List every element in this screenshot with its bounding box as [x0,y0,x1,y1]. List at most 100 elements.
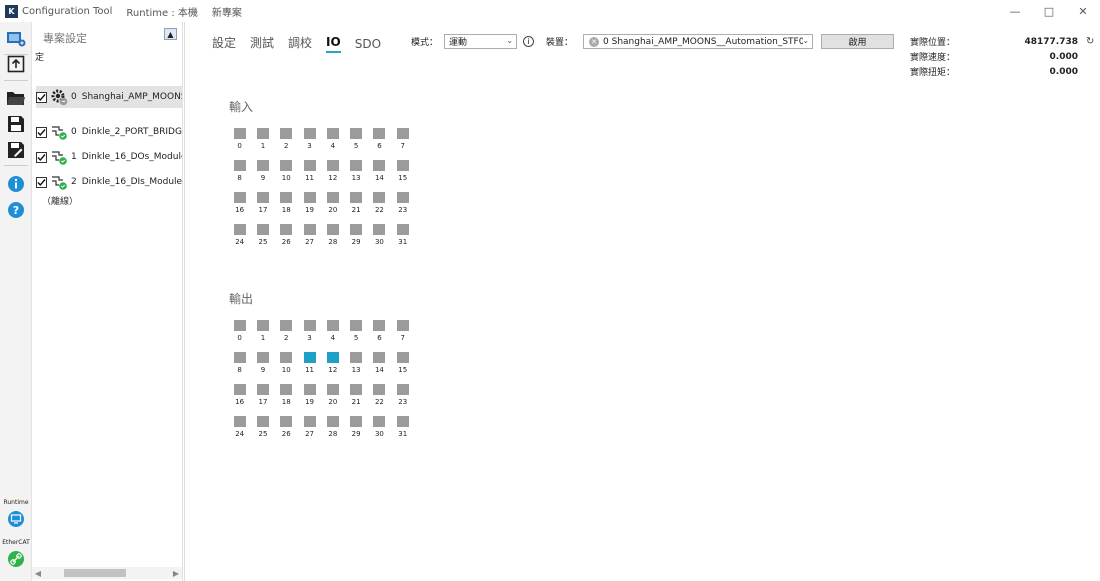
output-indicator[interactable] [280,320,293,331]
output-channel[interactable]: 18 [275,384,298,406]
output-indicator[interactable] [396,384,409,395]
tab-test[interactable]: 測試 [250,34,274,53]
output-indicator[interactable] [233,352,246,363]
output-channel[interactable]: 9 [251,352,274,374]
output-channel[interactable]: 26 [275,416,298,438]
output-channel[interactable]: 25 [251,416,274,438]
ethercat-link-icon[interactable] [5,548,27,570]
enable-button[interactable]: 啟用 [821,34,895,49]
output-indicator[interactable] [373,352,386,363]
output-indicator[interactable] [280,352,293,363]
output-channel[interactable]: 7 [391,320,414,342]
pin-icon[interactable]: ▲ [164,28,177,40]
output-indicator[interactable] [303,320,316,331]
output-channel[interactable]: 16 [228,384,251,406]
output-indicator[interactable] [350,416,363,427]
mode-value: 運動 [449,38,468,48]
output-indicator[interactable] [256,416,269,427]
output-indicator[interactable] [280,384,293,395]
output-channel[interactable]: 6 [368,320,391,342]
output-indicator[interactable] [350,352,363,363]
output-indicator[interactable] [303,352,316,363]
output-channel[interactable]: 24 [228,416,251,438]
device-select[interactable]: ✕ 0 Shanghai_AMP_MOONS__Automation_STF06… [583,34,814,49]
open-folder-icon[interactable] [5,87,27,109]
output-channel[interactable]: 13 [344,352,367,374]
checkbox[interactable] [36,151,47,163]
output-indicator[interactable] [350,320,363,331]
tab-sdo[interactable]: SDO [355,37,381,53]
save-as-icon[interactable] [5,139,27,161]
checkbox[interactable] [36,126,47,138]
output-channel[interactable]: 23 [391,384,414,406]
output-indicator[interactable] [373,416,386,427]
output-indicator[interactable] [326,384,339,395]
output-channel[interactable]: 0 [228,320,251,342]
output-indicator[interactable] [396,416,409,427]
output-channel[interactable]: 19 [298,384,321,406]
new-project-icon[interactable] [5,28,27,50]
output-indicator[interactable] [396,352,409,363]
runtime-monitor-icon[interactable] [5,508,27,530]
output-indicator[interactable] [373,320,386,331]
output-indicator[interactable] [326,416,339,427]
output-indicator[interactable] [326,352,339,363]
output-channel[interactable]: 15 [391,352,414,374]
output-indicator[interactable] [233,320,246,331]
output-indicator[interactable] [280,416,293,427]
output-channel[interactable]: 22 [368,384,391,406]
output-indicator[interactable] [396,320,409,331]
help-icon[interactable]: ? [5,199,27,221]
output-indicator[interactable] [256,352,269,363]
output-channel[interactable]: 4 [321,320,344,342]
output-channel[interactable]: 27 [298,416,321,438]
close-icon[interactable]: ✕ [1066,0,1100,22]
output-indicator[interactable] [233,384,246,395]
info-icon[interactable] [5,173,27,195]
tree-item-do-module[interactable]: 1 Dinkle_16_DOs_Module_C [36,146,182,168]
output-channel[interactable]: 30 [368,416,391,438]
info-icon[interactable]: i [523,36,535,47]
tab-tuning[interactable]: 調校 [288,34,312,53]
mode-select[interactable]: 運動 ⌄ [444,34,518,49]
output-channel[interactable]: 31 [391,416,414,438]
output-channel[interactable]: 20 [321,384,344,406]
scroll-right-icon[interactable]: ▶ [170,569,182,578]
output-channel[interactable]: 2 [275,320,298,342]
tree-item-bridge[interactable]: 0 Dinkle_2_PORT_BRIDGE_G [36,121,182,143]
tab-io[interactable]: IO [326,35,341,53]
output-channel[interactable]: 11 [298,352,321,374]
refresh-icon[interactable]: ↻ [1086,36,1094,47]
output-indicator[interactable] [303,416,316,427]
minimize-icon[interactable]: — [998,0,1032,22]
output-channel[interactable]: 28 [321,416,344,438]
output-channel[interactable]: 12 [321,352,344,374]
horizontal-scrollbar[interactable]: ◀ ▶ [32,567,182,579]
scroll-left-icon[interactable]: ◀ [32,569,44,578]
output-indicator[interactable] [256,384,269,395]
output-channel[interactable]: 1 [251,320,274,342]
tab-settings[interactable]: 設定 [212,34,236,53]
upload-icon[interactable] [5,53,27,75]
output-channel[interactable]: 21 [344,384,367,406]
tree-item-servo[interactable]: 0 Shanghai_AMP_MOONS_ [36,86,182,108]
output-indicator[interactable] [256,320,269,331]
output-indicator[interactable] [233,416,246,427]
output-channel[interactable]: 8 [228,352,251,374]
output-channel[interactable]: 17 [251,384,274,406]
output-indicator[interactable] [350,384,363,395]
output-indicator[interactable] [373,384,386,395]
checkbox[interactable] [36,91,47,103]
tree-item-di-module[interactable]: 2 Dinkle_16_DIs_Module_GF [36,171,182,193]
output-channel[interactable]: 3 [298,320,321,342]
output-indicator[interactable] [303,384,316,395]
output-channel[interactable]: 10 [275,352,298,374]
save-icon[interactable] [5,113,27,135]
output-channel[interactable]: 29 [344,416,367,438]
scroll-thumb[interactable] [64,569,126,577]
maximize-icon[interactable]: □ [1032,0,1066,22]
checkbox[interactable] [36,176,47,188]
output-channel[interactable]: 14 [368,352,391,374]
output-indicator[interactable] [326,320,339,331]
output-channel[interactable]: 5 [344,320,367,342]
